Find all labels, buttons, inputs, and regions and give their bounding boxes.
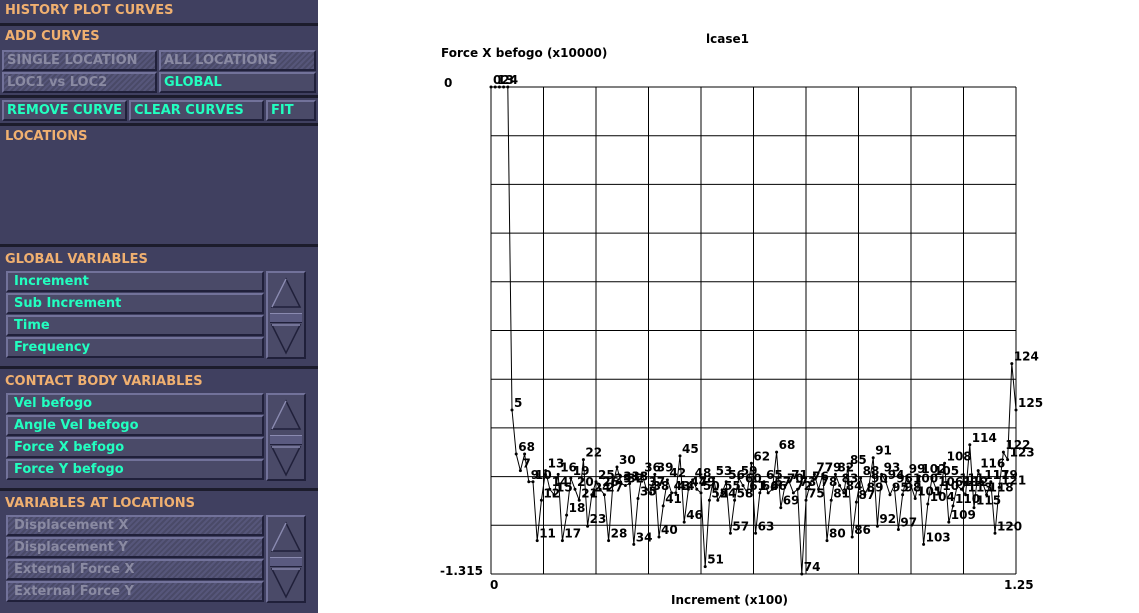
remove-curve-button[interactable]: REMOVE CURVE bbox=[2, 100, 127, 121]
contact-body-variables-scrollbar[interactable] bbox=[266, 393, 306, 481]
data-label: 108 bbox=[947, 449, 972, 463]
global-button[interactable]: GLOBAL bbox=[159, 72, 316, 93]
data-label: 69 bbox=[783, 494, 800, 508]
data-label: 7 bbox=[522, 457, 530, 471]
data-label: 6 bbox=[518, 440, 526, 454]
data-label: 4 bbox=[510, 73, 518, 87]
data-label: 42 bbox=[669, 466, 686, 480]
data-label: 41 bbox=[665, 492, 682, 506]
separator bbox=[0, 244, 318, 247]
global-variables-list: Increment Sub Increment Time Frequency bbox=[6, 271, 266, 359]
scroll-down-icon[interactable] bbox=[270, 321, 302, 357]
separator bbox=[0, 95, 318, 98]
add-curves-header: ADD CURVES bbox=[5, 29, 100, 44]
list-item[interactable]: Angle Vel befogo bbox=[6, 415, 264, 436]
data-label: 125 bbox=[1018, 396, 1043, 410]
data-label: 74 bbox=[804, 560, 821, 574]
data-label: 5 bbox=[514, 396, 522, 410]
list-item[interactable]: Increment bbox=[6, 271, 264, 292]
separator bbox=[0, 488, 318, 491]
data-label: 15 bbox=[556, 481, 573, 495]
list-item[interactable]: Force Y befogo bbox=[6, 459, 264, 480]
data-label: 68 bbox=[779, 438, 796, 452]
data-label: 115 bbox=[976, 494, 1001, 508]
scroll-down-icon[interactable] bbox=[270, 443, 302, 479]
data-label: 120 bbox=[997, 519, 1022, 533]
data-label: 109 bbox=[951, 508, 976, 522]
scroll-down-icon[interactable] bbox=[270, 565, 302, 601]
variables-at-locations-header: VARIABLES AT LOCATIONS bbox=[5, 496, 196, 511]
all-locations-button[interactable]: ALL LOCATIONS bbox=[159, 50, 316, 71]
data-label: 28 bbox=[611, 527, 628, 541]
global-variables-header: GLOBAL VARIABLES bbox=[5, 252, 148, 267]
data-label: 34 bbox=[636, 530, 653, 544]
data-label: 124 bbox=[1014, 350, 1039, 364]
list-item[interactable]: Vel befogo bbox=[6, 393, 264, 414]
list-item[interactable]: Force X befogo bbox=[6, 437, 264, 458]
locations-header: LOCATIONS bbox=[5, 129, 88, 144]
list-item[interactable]: External Force X bbox=[6, 559, 264, 580]
data-label: 51 bbox=[707, 553, 724, 567]
data-label: 114 bbox=[972, 431, 997, 445]
data-label: 103 bbox=[926, 530, 951, 544]
list-item[interactable]: Sub Increment bbox=[6, 293, 264, 314]
contact-body-variables-header: CONTACT BODY VARIABLES bbox=[5, 374, 203, 389]
data-label: 40 bbox=[661, 523, 678, 537]
data-label: 30 bbox=[619, 453, 636, 467]
list-item[interactable]: Frequency bbox=[6, 337, 264, 358]
variables-at-locations-list: Displacement X Displacement Y External F… bbox=[6, 515, 266, 603]
single-location-button[interactable]: SINGLE LOCATION bbox=[2, 50, 157, 71]
list-item[interactable]: Displacement X bbox=[6, 515, 264, 536]
scroll-up-icon[interactable] bbox=[270, 275, 302, 311]
scroll-up-icon[interactable] bbox=[270, 397, 302, 433]
data-label: 17 bbox=[564, 527, 581, 541]
data-label: 92 bbox=[879, 512, 896, 526]
global-variables-scrollbar[interactable] bbox=[266, 271, 306, 359]
plot-area: lcase1 Force X befogo (x10000) Increment… bbox=[318, 0, 1139, 613]
list-item[interactable]: Displacement Y bbox=[6, 537, 264, 558]
data-label: 23 bbox=[590, 512, 607, 526]
data-label: 8 bbox=[527, 440, 535, 454]
data-label: 63 bbox=[758, 519, 775, 533]
panel-title: HISTORY PLOT CURVES bbox=[5, 3, 174, 18]
separator bbox=[0, 366, 318, 369]
clear-curves-button[interactable]: CLEAR CURVES bbox=[129, 100, 264, 121]
data-label: 46 bbox=[686, 508, 703, 522]
scroll-up-icon[interactable] bbox=[270, 519, 302, 555]
loc1-vs-loc2-button[interactable]: LOC1 vs LOC2 bbox=[2, 72, 157, 93]
data-label: 57 bbox=[732, 519, 749, 533]
variables-at-locations-scrollbar[interactable] bbox=[266, 515, 306, 603]
history-plot-panel: HISTORY PLOT CURVES ADD CURVES SINGLE LO… bbox=[0, 0, 318, 613]
locations-list[interactable] bbox=[0, 148, 318, 242]
chart-svg: 0123456789101112131415161718192021222324… bbox=[489, 73, 1043, 576]
data-label: 97 bbox=[900, 516, 917, 530]
list-item[interactable]: External Force Y bbox=[6, 581, 264, 602]
data-label: 62 bbox=[753, 449, 770, 463]
contact-body-variables-list: Vel befogo Angle Vel befogo Force X befo… bbox=[6, 393, 266, 481]
data-label: 86 bbox=[854, 523, 871, 537]
fit-button[interactable]: FIT bbox=[266, 100, 316, 121]
data-label: 18 bbox=[569, 501, 586, 515]
data-label: 45 bbox=[682, 442, 699, 456]
list-item[interactable]: Time bbox=[6, 315, 264, 336]
data-label: 91 bbox=[875, 444, 892, 458]
data-label: 80 bbox=[829, 527, 846, 541]
data-label: 121 bbox=[1001, 473, 1026, 487]
data-label: 123 bbox=[1010, 446, 1035, 460]
data-label: 22 bbox=[585, 446, 602, 460]
data-label: 11 bbox=[539, 527, 556, 541]
